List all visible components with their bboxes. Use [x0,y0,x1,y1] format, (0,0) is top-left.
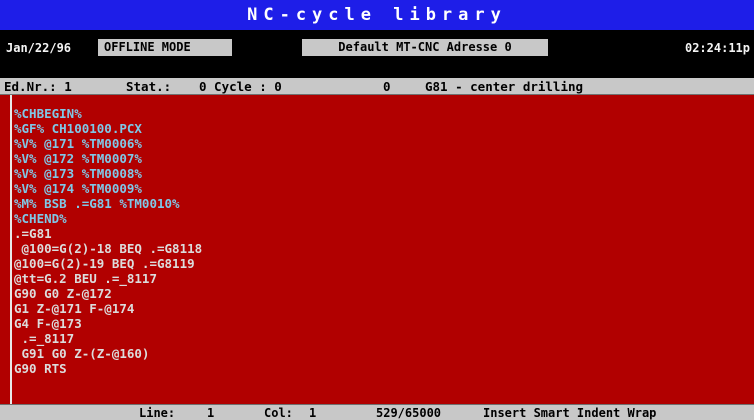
code-line[interactable]: %CHEND% [14,211,202,226]
code-line[interactable]: G91 G0 Z-(Z-@160) [14,346,202,361]
code-line[interactable]: G1 Z-@171 F-@174 [14,301,202,316]
cycle-number: 0 Cycle : 0 [199,79,282,94]
title-bar: NC-cycle library [0,0,754,30]
code-line[interactable]: @100=G(2)-19 BEQ .=G8119 [14,256,202,271]
column-value: 1 [309,406,317,420]
editor-margin [10,95,12,404]
offline-mode-indicator[interactable]: OFFLINE MODE [98,39,232,56]
code-line[interactable]: G4 F-@173 [14,316,202,331]
edit-number: Ed.Nr.: 1 [4,79,72,94]
cycle-index: 0 [383,79,391,94]
code-line[interactable]: %V% @173 %TM0008% [14,166,202,181]
code-line[interactable]: %V% @172 %TM0007% [14,151,202,166]
code-editor[interactable]: %CHBEGIN% %GF% CH100100.PCX %V% @171 %TM00… [0,95,754,404]
column-label: Col: [264,406,293,420]
code-line[interactable]: %CHBEGIN% [14,106,202,121]
cycle-description: G81 - center drilling [425,79,584,94]
code-line[interactable]: .=G81 [14,226,202,241]
cycle-info-bar: Ed.Nr.: 1 Stat.: 0 Cycle : 0 0 G81 - cen… [0,78,754,95]
editor-modes: Insert Smart Indent Wrap [483,406,657,420]
status-bar: Jan/22/96 OFFLINE MODE Default MT-CNC Ad… [0,30,754,78]
code-line[interactable]: %V% @174 %TM0009% [14,181,202,196]
code-line[interactable]: %V% @171 %TM0006% [14,136,202,151]
app-title: NC-cycle library [247,5,507,25]
code-lines[interactable]: %CHBEGIN% %GF% CH100100.PCX %V% @171 %TM00… [14,106,202,376]
line-value: 1 [207,406,215,420]
time-display: 02:24:11p [684,41,750,55]
line-label: Line: [139,406,176,420]
code-line[interactable]: %GF% CH100100.PCX [14,121,202,136]
code-line[interactable]: @tt=G.2 BEU .=_8117 [14,271,202,286]
code-line[interactable]: %M% BSB .=G81 %TM0010% [14,196,202,211]
code-line[interactable]: G90 RTS [14,361,202,376]
code-line[interactable]: .=_8117 [14,331,202,346]
code-line[interactable]: G90 G0 Z-@172 [14,286,202,301]
memory-usage: 529/65000 [376,406,442,420]
editor-status-bar: Line: 1 Col: 1 529/65000 Insert Smart In… [0,404,754,420]
code-line[interactable]: @100=G(2)-18 BEQ .=G8118 [14,241,203,256]
date-display: Jan/22/96 [6,41,72,55]
cnc-address-indicator[interactable]: Default MT-CNC Adresse 0 [302,39,548,56]
status-label: Stat.: [126,79,172,94]
nc-cycle-editor-screen: NC-cycle library Jan/22/96 OFFLINE MODE … [0,0,754,420]
